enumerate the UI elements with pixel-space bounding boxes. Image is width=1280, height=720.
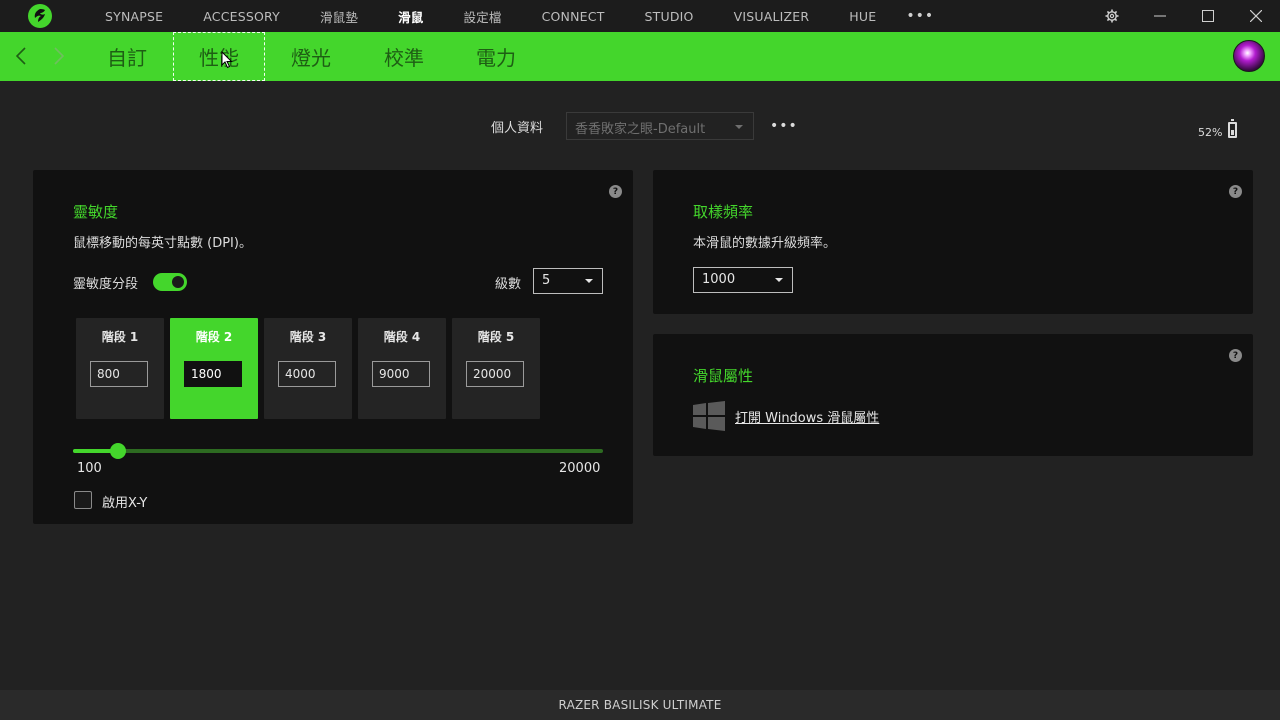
- maximize-icon: [1202, 10, 1214, 22]
- polling-rate-title: 取樣頻率: [693, 203, 754, 221]
- battery-level: [1231, 130, 1234, 135]
- polling-rate-value: 1000: [702, 272, 736, 287]
- gear-icon: [1105, 9, 1119, 23]
- top-nav-more-button[interactable]: •••: [896, 8, 944, 24]
- levels-dropdown[interactable]: 5: [533, 268, 603, 294]
- battery-icon: [1228, 119, 1237, 138]
- top-nav-profiles[interactable]: 設定檔: [443, 7, 521, 26]
- sensitivity-help-icon[interactable]: ?: [609, 185, 622, 198]
- razer-logo-icon[interactable]: [28, 4, 52, 28]
- profile-dropdown[interactable]: 香香敗家之眼-Default: [566, 112, 754, 140]
- minimize-button[interactable]: [1136, 0, 1184, 32]
- enable-xy-checkbox[interactable]: [74, 491, 92, 509]
- mouse-properties-panel: [653, 334, 1253, 456]
- enable-xy-label: 啟用X-Y: [102, 496, 148, 511]
- sub-nav-bar: 自訂 性能 燈光 校準 電力: [0, 32, 1280, 81]
- chevron-down-icon: [775, 278, 783, 282]
- polling-rate-dropdown[interactable]: 1000: [693, 267, 793, 293]
- mouse-cursor-icon: [221, 51, 233, 69]
- profile-label: 個人資料: [491, 121, 544, 136]
- close-icon: [1250, 10, 1262, 22]
- dpi-stage-2[interactable]: 階段 2 1800: [170, 318, 258, 419]
- dpi-stage-label: 階段 5: [477, 330, 515, 344]
- close-button[interactable]: [1232, 0, 1280, 32]
- polling-help-icon[interactable]: ?: [1229, 185, 1242, 198]
- levels-label: 級數: [495, 277, 522, 292]
- back-button[interactable]: [10, 44, 32, 68]
- polling-rate-description: 本滑鼠的數據升級頻率。: [693, 236, 837, 251]
- sensitivity-stages-label: 靈敏度分段: [73, 277, 139, 292]
- dpi-stage-input[interactable]: 20000: [466, 361, 524, 387]
- dpi-stage-label: 階段 2: [195, 330, 233, 344]
- device-footer: RAZER BASILISK ULTIMATE: [0, 690, 1280, 720]
- forward-button[interactable]: [48, 44, 70, 68]
- top-nav-synapse[interactable]: SYNAPSE: [85, 9, 183, 24]
- dpi-stage-input[interactable]: 9000: [372, 361, 430, 387]
- dpi-stage-3[interactable]: 階段 3 4000: [264, 318, 352, 419]
- top-nav-studio[interactable]: STUDIO: [625, 9, 714, 24]
- minimize-icon: [1154, 15, 1166, 17]
- chevron-down-icon: [735, 125, 743, 129]
- top-nav-mousepad[interactable]: 滑鼠墊: [300, 7, 378, 26]
- top-nav-accessory[interactable]: ACCESSORY: [183, 9, 300, 24]
- dpi-stage-input[interactable]: 1800: [184, 361, 242, 387]
- top-nav-mouse[interactable]: 滑鼠: [378, 7, 443, 26]
- dpi-stage-label: 階段 3: [289, 330, 327, 344]
- chevron-left-icon: [16, 47, 26, 65]
- profile-more-button[interactable]: •••: [770, 118, 798, 134]
- maximize-button[interactable]: [1184, 0, 1232, 32]
- dpi-stage-label: 階段 1: [101, 330, 139, 344]
- dpi-stage-4[interactable]: 階段 4 9000: [358, 318, 446, 419]
- user-avatar[interactable]: [1233, 40, 1265, 72]
- top-nav: SYNAPSE ACCESSORY 滑鼠墊 滑鼠 設定檔 CONNECT STU…: [85, 0, 944, 32]
- dpi-slider-max: 20000: [559, 461, 601, 476]
- sensitivity-stages-toggle[interactable]: [153, 273, 187, 291]
- tab-customize[interactable]: 自訂: [82, 32, 172, 81]
- tab-performance[interactable]: 性能: [173, 32, 265, 81]
- dpi-stage-5[interactable]: 階段 5 20000: [452, 318, 540, 419]
- dpi-stage-1[interactable]: 階段 1 800: [76, 318, 164, 419]
- tab-power[interactable]: 電力: [451, 32, 541, 81]
- sensitivity-title: 靈敏度: [73, 203, 119, 221]
- top-nav-visualizer[interactable]: VISUALIZER: [714, 9, 830, 24]
- dpi-slider-track[interactable]: [73, 449, 603, 453]
- mouse-properties-help-icon[interactable]: ?: [1229, 349, 1242, 362]
- windows-icon: [693, 401, 725, 431]
- battery-percent: 52%: [1198, 126, 1223, 139]
- dpi-stage-input[interactable]: 4000: [278, 361, 336, 387]
- dpi-stage-input[interactable]: 800: [90, 361, 148, 387]
- mouse-properties-title: 滑鼠屬性: [693, 367, 754, 385]
- profile-dropdown-value: 香香敗家之眼-Default: [575, 122, 706, 137]
- top-nav-hue[interactable]: HUE: [829, 9, 896, 24]
- dpi-slider-min: 100: [77, 461, 102, 476]
- top-nav-connect[interactable]: CONNECT: [522, 9, 625, 24]
- settings-button[interactable]: [1088, 0, 1136, 32]
- chevron-right-icon: [54, 47, 64, 65]
- tab-calibration[interactable]: 校準: [359, 32, 449, 81]
- levels-dropdown-value: 5: [542, 273, 551, 288]
- chevron-down-icon: [585, 279, 593, 283]
- sensitivity-description: 鼠標移動的每英寸點數 (DPI)。: [73, 236, 252, 251]
- dpi-stage-label: 階段 4: [383, 330, 421, 344]
- title-bar: SYNAPSE ACCESSORY 滑鼠墊 滑鼠 設定檔 CONNECT STU…: [0, 0, 1280, 32]
- open-windows-mouse-properties-link[interactable]: 打開 Windows 滑鼠屬性: [735, 407, 879, 426]
- tab-lighting[interactable]: 燈光: [266, 32, 356, 81]
- device-name: RAZER BASILISK ULTIMATE: [558, 698, 722, 712]
